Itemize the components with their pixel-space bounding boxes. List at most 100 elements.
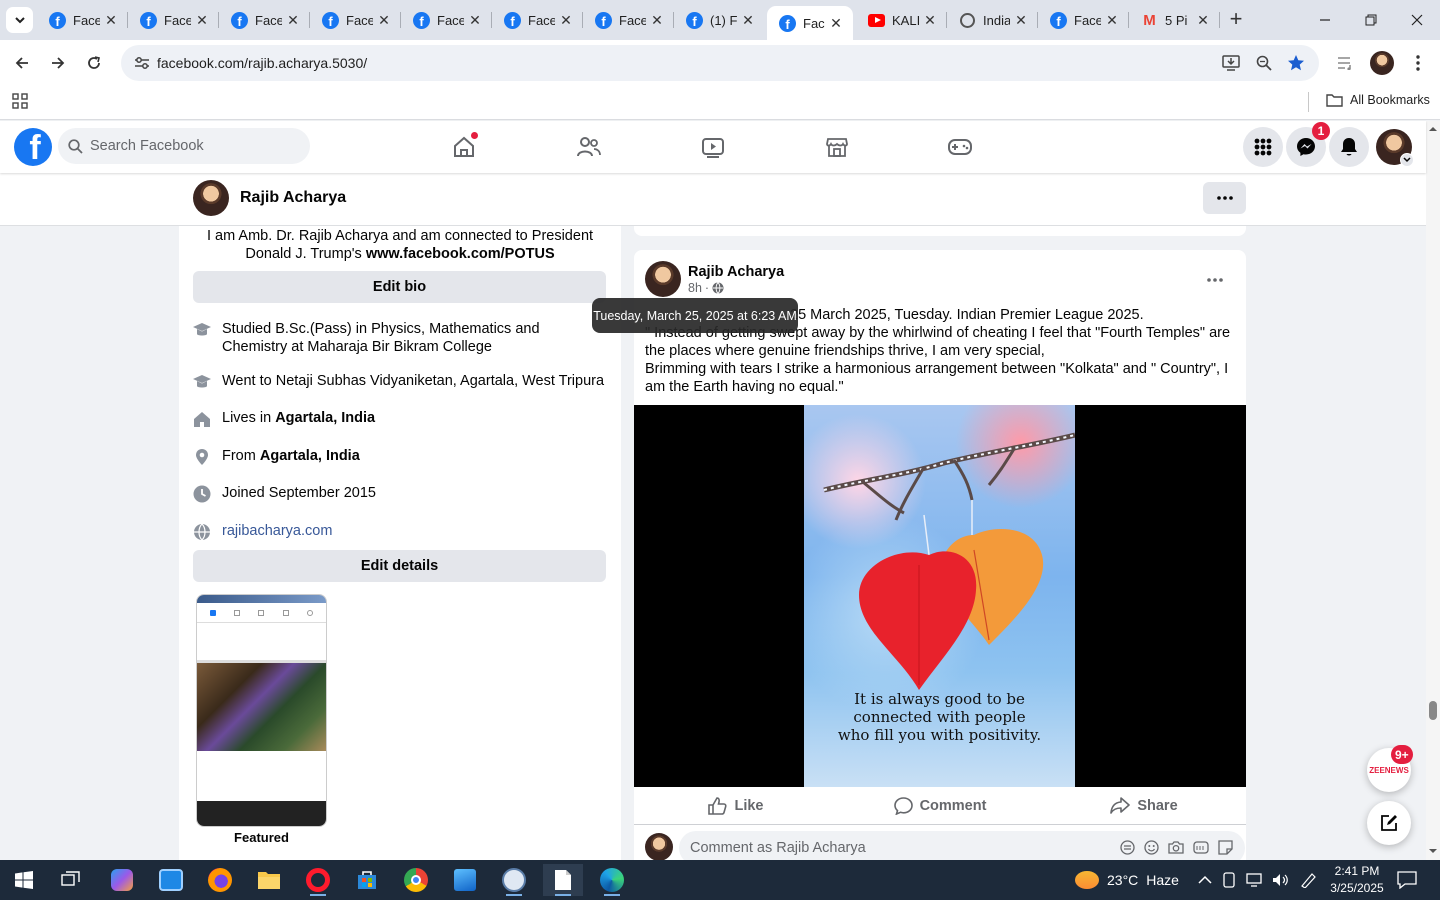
website-link[interactable]: rajibacharya.com <box>222 522 332 540</box>
tab-close-icon[interactable]: ✕ <box>191 12 213 29</box>
browser-tab[interactable]: f Facebook✕ <box>219 0 310 40</box>
reload-button[interactable] <box>79 48 109 78</box>
watch-nav-button[interactable] <box>699 133 727 161</box>
post-author[interactable]: Rajib Acharya <box>688 264 784 280</box>
site-info-icon[interactable] <box>127 48 157 78</box>
start-button[interactable] <box>4 864 44 896</box>
page-scrollbar[interactable] <box>1426 121 1440 860</box>
avatar-sticker-icon[interactable] <box>1120 840 1135 855</box>
address-bar[interactable]: facebook.com/rajib.acharya.5030/ <box>121 45 1319 81</box>
profile-more-button[interactable] <box>1203 182 1246 214</box>
new-tab-button[interactable]: + <box>1224 8 1248 32</box>
avatar[interactable] <box>645 261 681 297</box>
facebook-logo-icon[interactable]: f <box>14 128 52 166</box>
url-text[interactable]: facebook.com/rajib.acharya.5030/ <box>157 55 367 71</box>
edit-details-button[interactable]: Edit details <box>193 550 606 582</box>
task-view-button[interactable] <box>51 864 91 896</box>
browser-tab[interactable]: f Facebook✕ <box>128 0 219 40</box>
browser-tab[interactable]: f (1) Facebook✕ <box>674 0 765 40</box>
browser-menu-button[interactable] <box>1403 48 1433 78</box>
chevron-up-icon[interactable] <box>1198 875 1212 885</box>
copilot-taskbar-icon[interactable] <box>102 864 142 896</box>
friends-nav-button[interactable] <box>575 133 603 161</box>
tab-close-icon[interactable]: ✕ <box>373 12 395 29</box>
avatar[interactable] <box>193 180 229 216</box>
emoji-icon[interactable] <box>1144 840 1159 855</box>
account-button[interactable] <box>1374 127 1414 167</box>
facebook-search-input[interactable]: Search Facebook <box>58 128 310 164</box>
edge-taskbar-icon[interactable] <box>592 864 632 896</box>
sticker-icon[interactable] <box>1218 840 1233 855</box>
network-icon[interactable] <box>1246 873 1262 887</box>
opera-taskbar-icon[interactable] <box>298 864 338 896</box>
volume-icon[interactable] <box>1272 873 1290 887</box>
tab-close-icon[interactable]: ✕ <box>646 12 668 29</box>
tab-close-icon[interactable]: ✕ <box>825 15 847 32</box>
browser-tab[interactable]: M 5 Pi ✕ <box>1129 0 1220 40</box>
minimize-button[interactable] <box>1302 0 1348 40</box>
browser-tab[interactable]: f Facebook✕ <box>401 0 492 40</box>
tab-close-icon[interactable]: ✕ <box>1101 12 1123 29</box>
tab-close-icon[interactable]: ✕ <box>737 12 759 29</box>
marketplace-nav-button[interactable] <box>823 133 851 161</box>
photos-app-taskbar-icon[interactable] <box>445 864 485 896</box>
browser-tab[interactable]: India ✕ <box>947 0 1038 40</box>
browser-tab[interactable]: f Facebook✕ <box>492 0 583 40</box>
firefox-taskbar-icon[interactable] <box>200 864 240 896</box>
browser-tab[interactable]: f Facebook✕ <box>37 0 128 40</box>
browser-tab[interactable]: f Facebook✕ <box>583 0 674 40</box>
tab-close-icon[interactable]: ✕ <box>100 12 122 29</box>
share-button[interactable]: Share <box>1042 787 1246 824</box>
media-controls-icon[interactable] <box>1331 48 1361 78</box>
notepad-taskbar-icon[interactable] <box>543 864 583 896</box>
profile-avatar-button[interactable] <box>1367 48 1397 78</box>
gaming-nav-button[interactable] <box>946 133 974 161</box>
bio-link[interactable]: www.facebook.com/POTUS <box>366 246 555 262</box>
tab-close-icon[interactable]: ✕ <box>1192 12 1214 29</box>
messenger-button[interactable]: 1 <box>1286 122 1330 167</box>
pen-icon[interactable] <box>1300 872 1318 888</box>
profile-name[interactable]: Rajib Acharya <box>240 189 346 207</box>
post-timestamp[interactable]: 8h · <box>688 281 724 295</box>
comment-input[interactable]: Comment as Rajib Acharya <box>679 831 1245 860</box>
scrollbar-thumb[interactable] <box>1429 701 1437 720</box>
new-message-button[interactable] <box>1367 801 1411 845</box>
chrome-profile-taskbar-icon[interactable] <box>494 864 534 896</box>
post-photo[interactable]: It is always good to be connected with p… <box>804 405 1075 787</box>
tab-close-icon[interactable]: ✕ <box>1010 12 1032 29</box>
zoom-icon[interactable] <box>1252 51 1276 75</box>
comment-button[interactable]: Comment <box>838 787 1042 824</box>
browser-tab[interactable]: f Facebook✕ <box>310 0 401 40</box>
notification-center-button[interactable] <box>1390 864 1424 896</box>
forward-button[interactable] <box>43 48 73 78</box>
chrome-taskbar-icon[interactable] <box>396 864 436 896</box>
install-app-icon[interactable] <box>1219 51 1243 75</box>
restore-button[interactable] <box>1348 0 1394 40</box>
tab-close-icon[interactable]: ✕ <box>919 12 941 29</box>
like-button[interactable]: Like <box>634 787 838 824</box>
edit-bio-button[interactable]: Edit bio <box>193 271 606 303</box>
gif-icon[interactable] <box>1193 840 1209 855</box>
scroll-down-icon[interactable] <box>1426 846 1440 856</box>
detail-lives-place[interactable]: Agartala, India <box>275 410 375 426</box>
photos-taskbar-icon[interactable] <box>151 864 191 896</box>
all-bookmarks-button[interactable]: All Bookmarks <box>1326 93 1430 107</box>
featured-story-thumbnail[interactable] <box>196 594 327 827</box>
tab-close-icon[interactable]: ✕ <box>464 12 486 29</box>
menu-button[interactable] <box>1243 127 1283 167</box>
notifications-button[interactable] <box>1329 127 1369 167</box>
post-options-button[interactable] <box>1207 265 1223 288</box>
bookmark-star-icon[interactable] <box>1284 51 1308 75</box>
weather-widget[interactable]: 23°C Haze <box>1075 860 1179 900</box>
zee-news-floating-button[interactable]: ZEENEWS 9+ <box>1367 745 1413 792</box>
post-time-text[interactable]: 8h <box>688 281 702 295</box>
avatar[interactable] <box>645 833 673 860</box>
home-nav-button[interactable] <box>450 132 478 161</box>
apps-grid-icon[interactable] <box>12 93 28 114</box>
browser-tab[interactable]: f Facebook✕ <box>1038 0 1129 40</box>
store-taskbar-icon[interactable] <box>347 864 387 896</box>
back-button[interactable] <box>7 48 37 78</box>
close-window-button[interactable] <box>1394 0 1440 40</box>
taskbar-clock[interactable]: 2:41 PM 3/25/2025 <box>1320 863 1394 897</box>
scroll-up-icon[interactable] <box>1426 124 1440 134</box>
